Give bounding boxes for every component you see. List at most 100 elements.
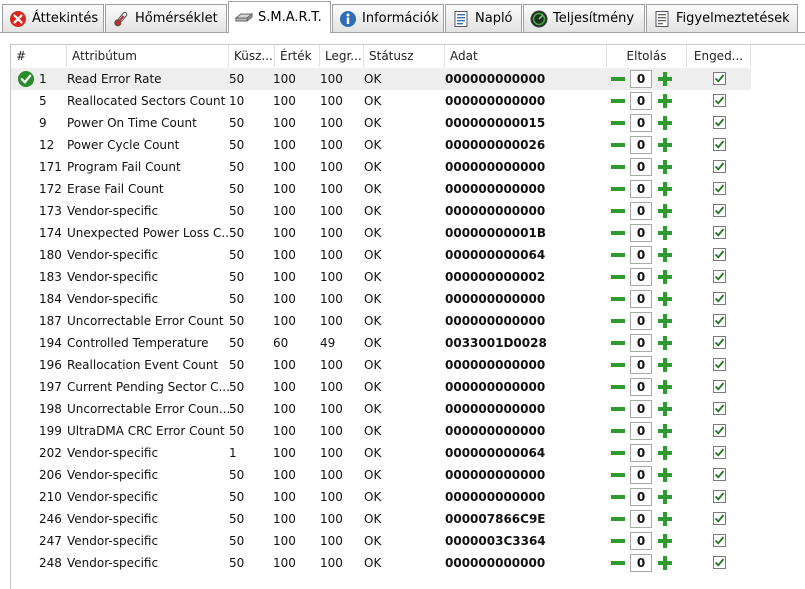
increase-offset-button[interactable] xyxy=(656,488,674,506)
enable-checkbox[interactable] xyxy=(713,380,726,393)
offset-field[interactable]: 0 xyxy=(630,92,652,110)
offset-field[interactable]: 0 xyxy=(630,488,652,506)
enable-checkbox[interactable] xyxy=(713,512,726,525)
enable-checkbox[interactable] xyxy=(713,94,726,107)
offset-field[interactable]: 0 xyxy=(630,180,652,198)
column-header-offset[interactable]: Eltolás xyxy=(607,45,687,67)
increase-offset-button[interactable] xyxy=(656,180,674,198)
offset-field[interactable]: 0 xyxy=(630,312,652,330)
increase-offset-button[interactable] xyxy=(656,400,674,418)
enable-checkbox[interactable] xyxy=(713,204,726,217)
increase-offset-button[interactable] xyxy=(656,532,674,550)
decrease-offset-button[interactable] xyxy=(609,158,627,176)
decrease-offset-button[interactable] xyxy=(609,466,627,484)
increase-offset-button[interactable] xyxy=(656,422,674,440)
enable-checkbox[interactable] xyxy=(713,292,726,305)
column-header-value[interactable]: Érték xyxy=(275,45,320,67)
offset-field[interactable]: 0 xyxy=(630,290,652,308)
decrease-offset-button[interactable] xyxy=(609,224,627,242)
column-header-threshold[interactable]: Küsz... xyxy=(229,45,275,67)
enable-checkbox[interactable] xyxy=(713,248,726,261)
column-header-attribute[interactable]: Attribútum xyxy=(67,45,229,67)
increase-offset-button[interactable] xyxy=(656,70,674,88)
tab-homerseklet[interactable]: Hőmérséklet xyxy=(105,4,227,32)
tab-teljesitmeny[interactable]: Teljesítmény xyxy=(523,4,645,32)
enable-checkbox[interactable] xyxy=(713,534,726,547)
enable-checkbox[interactable] xyxy=(713,358,726,371)
offset-field[interactable]: 0 xyxy=(630,70,652,88)
table-row[interactable]: 210 Vendor-specific 50 100 100 OK 000000000000… xyxy=(11,486,805,508)
table-row[interactable]: 187 Uncorrectable Error Count 50 100 100 OK 00… xyxy=(11,310,805,332)
offset-field[interactable]: 0 xyxy=(630,422,652,440)
decrease-offset-button[interactable] xyxy=(609,400,627,418)
decrease-offset-button[interactable] xyxy=(609,532,627,550)
offset-field[interactable]: 0 xyxy=(630,158,652,176)
offset-field[interactable]: 0 xyxy=(630,246,652,264)
increase-offset-button[interactable] xyxy=(656,444,674,462)
increase-offset-button[interactable] xyxy=(656,356,674,374)
increase-offset-button[interactable] xyxy=(656,202,674,220)
increase-offset-button[interactable] xyxy=(656,158,674,176)
increase-offset-button[interactable] xyxy=(656,92,674,110)
offset-field[interactable]: 0 xyxy=(630,378,652,396)
offset-field[interactable]: 0 xyxy=(630,532,652,550)
column-header-enabled[interactable]: Enged... xyxy=(687,45,751,67)
table-row[interactable]: 173 Vendor-specific 50 100 100 OK 000000000000… xyxy=(11,200,805,222)
offset-field[interactable]: 0 xyxy=(630,554,652,572)
table-row[interactable]: 197 Current Pending Sector C... 50 100 100 OK… xyxy=(11,376,805,398)
decrease-offset-button[interactable] xyxy=(609,334,627,352)
table-row[interactable]: 1 Read Error Rate 50 100 100 OK 000000000000 0 xyxy=(11,68,805,90)
increase-offset-button[interactable] xyxy=(656,510,674,528)
decrease-offset-button[interactable] xyxy=(609,268,627,286)
table-row[interactable]: 5 Reallocated Sectors Count 10 100 100 OK 0000… xyxy=(11,90,805,112)
enable-checkbox[interactable] xyxy=(713,446,726,459)
table-row[interactable]: 246 Vendor-specific 50 100 100 OK 000007866C9E… xyxy=(11,508,805,530)
table-row[interactable]: 12 Power Cycle Count 50 100 100 OK 00000000002… xyxy=(11,134,805,156)
enable-checkbox[interactable] xyxy=(713,314,726,327)
enable-checkbox[interactable] xyxy=(713,490,726,503)
decrease-offset-button[interactable] xyxy=(609,510,627,528)
offset-field[interactable]: 0 xyxy=(630,224,652,242)
increase-offset-button[interactable] xyxy=(656,554,674,572)
increase-offset-button[interactable] xyxy=(656,268,674,286)
decrease-offset-button[interactable] xyxy=(609,312,627,330)
enable-checkbox[interactable] xyxy=(713,226,726,239)
increase-offset-button[interactable] xyxy=(656,290,674,308)
enable-checkbox[interactable] xyxy=(713,336,726,349)
table-row[interactable]: 194 Controlled Temperature 50 60 49 OK 0033001… xyxy=(11,332,805,354)
table-row[interactable]: 180 Vendor-specific 50 100 100 OK 000000000064… xyxy=(11,244,805,266)
decrease-offset-button[interactable] xyxy=(609,422,627,440)
offset-field[interactable]: 0 xyxy=(630,268,652,286)
offset-field[interactable]: 0 xyxy=(630,466,652,484)
enable-checkbox[interactable] xyxy=(713,402,726,415)
offset-field[interactable]: 0 xyxy=(630,444,652,462)
table-row[interactable]: 183 Vendor-specific 50 100 100 OK 000000000002… xyxy=(11,266,805,288)
decrease-offset-button[interactable] xyxy=(609,488,627,506)
decrease-offset-button[interactable] xyxy=(609,246,627,264)
enable-checkbox[interactable] xyxy=(713,138,726,151)
offset-field[interactable]: 0 xyxy=(630,334,652,352)
decrease-offset-button[interactable] xyxy=(609,136,627,154)
table-row[interactable]: 172 Erase Fail Count 50 100 100 OK 00000000000… xyxy=(11,178,805,200)
table-row[interactable]: 184 Vendor-specific 50 100 100 OK 000000000000… xyxy=(11,288,805,310)
decrease-offset-button[interactable] xyxy=(609,444,627,462)
increase-offset-button[interactable] xyxy=(656,246,674,264)
decrease-offset-button[interactable] xyxy=(609,356,627,374)
offset-field[interactable]: 0 xyxy=(630,510,652,528)
enable-checkbox[interactable] xyxy=(713,270,726,283)
decrease-offset-button[interactable] xyxy=(609,70,627,88)
decrease-offset-button[interactable] xyxy=(609,114,627,132)
column-header-id[interactable]: # xyxy=(11,45,67,67)
decrease-offset-button[interactable] xyxy=(609,202,627,220)
tab-attekintes[interactable]: Áttekintés xyxy=(2,4,104,32)
enable-checkbox[interactable] xyxy=(713,160,726,173)
decrease-offset-button[interactable] xyxy=(609,554,627,572)
tab-naplo[interactable]: Napló xyxy=(445,4,522,32)
table-row[interactable]: 9 Power On Time Count 50 100 100 OK 0000000000… xyxy=(11,112,805,134)
enable-checkbox[interactable] xyxy=(713,556,726,569)
table-row[interactable]: 206 Vendor-specific 50 100 100 OK 000000000000… xyxy=(11,464,805,486)
table-row[interactable]: 171 Program Fail Count 50 100 100 OK 000000000… xyxy=(11,156,805,178)
enable-checkbox[interactable] xyxy=(713,116,726,129)
increase-offset-button[interactable] xyxy=(656,378,674,396)
offset-field[interactable]: 0 xyxy=(630,114,652,132)
